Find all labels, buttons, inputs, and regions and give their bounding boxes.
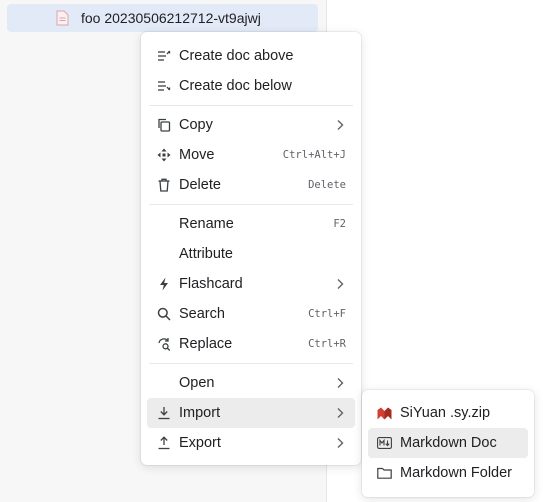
menu-item-label: SiYuan .sy.zip [400, 405, 491, 421]
menu-item-label: Import [179, 405, 221, 421]
menu-item-rename[interactable]: Rename F2 [147, 209, 355, 239]
menu-item-open[interactable]: Open [147, 368, 355, 398]
document-icon [55, 10, 69, 26]
menu-item-label: Export [179, 435, 221, 451]
insert-below-icon [156, 78, 172, 94]
search-icon [156, 306, 172, 322]
menu-item-label: Attribute [179, 246, 233, 262]
insert-above-icon [156, 48, 172, 64]
menu-item-replace[interactable]: Replace Ctrl+R [147, 329, 355, 359]
menu-item-label: Markdown Doc [400, 435, 497, 451]
submenu-item-markdown-doc[interactable]: Markdown Doc [368, 428, 528, 458]
menu-item-label: Markdown Folder [400, 465, 513, 481]
chevron-right-icon [336, 278, 346, 290]
menu-item-export[interactable]: Export [147, 428, 355, 458]
menu-item-search[interactable]: Search Ctrl+F [147, 299, 355, 329]
menu-item-flashcard[interactable]: Flashcard [147, 269, 355, 299]
menu-separator [149, 363, 353, 364]
chevron-right-icon [336, 437, 346, 449]
doc-tree-item[interactable]: foo 20230506212712-vt9ajwj [7, 4, 318, 32]
shortcut-hint: Ctrl+F [308, 308, 346, 320]
menu-item-label: Search [179, 306, 225, 322]
shortcut-hint: Ctrl+Alt+J [282, 149, 346, 161]
menu-item-attribute[interactable]: Attribute [147, 239, 355, 269]
menu-item-import[interactable]: Import [147, 398, 355, 428]
chevron-right-icon [336, 377, 346, 389]
replace-icon [156, 336, 172, 352]
import-submenu: SiYuan .sy.zip Markdown Doc Markdown Fol… [362, 390, 534, 497]
import-icon [156, 405, 172, 421]
menu-item-copy[interactable]: Copy [147, 110, 355, 140]
menu-separator [149, 105, 353, 106]
chevron-right-icon [336, 119, 346, 131]
siyuan-logo-icon [376, 405, 392, 421]
menu-item-label: Create doc above [179, 48, 294, 64]
copy-icon [156, 117, 172, 133]
menu-item-label: Create doc below [179, 78, 292, 94]
menu-item-create-above[interactable]: Create doc above [147, 41, 355, 71]
shortcut-hint: Ctrl+R [308, 338, 346, 350]
shortcut-hint: F2 [333, 218, 346, 230]
chevron-right-icon [336, 407, 346, 419]
folder-icon [376, 465, 392, 481]
menu-separator [149, 204, 353, 205]
menu-item-label: Copy [179, 117, 213, 133]
menu-item-label: Open [179, 375, 215, 391]
markdown-icon [376, 435, 392, 451]
lightning-icon [156, 276, 172, 292]
menu-item-label: Move [179, 147, 215, 163]
menu-item-label: Flashcard [179, 276, 243, 292]
move-icon [156, 147, 172, 163]
menu-item-label: Delete [179, 177, 221, 193]
shortcut-hint: Delete [308, 179, 346, 191]
submenu-item-markdown-folder[interactable]: Markdown Folder [368, 458, 528, 488]
context-menu: Create doc above Create doc below Copy M… [141, 32, 361, 465]
export-icon [156, 435, 172, 451]
trash-icon [156, 177, 172, 193]
menu-item-delete[interactable]: Delete Delete [147, 170, 355, 200]
menu-item-label: Rename [179, 216, 234, 232]
submenu-item-siyuan-zip[interactable]: SiYuan .sy.zip [368, 398, 528, 428]
menu-item-move[interactable]: Move Ctrl+Alt+J [147, 140, 355, 170]
menu-item-create-below[interactable]: Create doc below [147, 71, 355, 101]
doc-tree-item-label: foo 20230506212712-vt9ajwj [81, 10, 261, 26]
menu-item-label: Replace [179, 336, 233, 352]
